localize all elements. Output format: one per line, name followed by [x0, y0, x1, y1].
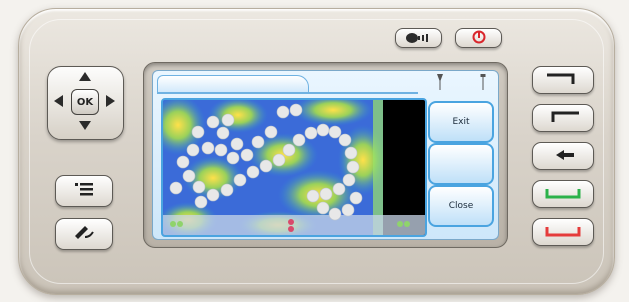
game-board[interactable] — [161, 98, 427, 237]
line-right-icon — [545, 71, 581, 90]
battery-icon — [480, 74, 486, 90]
voice-button[interactable] — [395, 28, 442, 48]
call-button[interactable] — [532, 180, 594, 208]
end-call-icon — [543, 223, 583, 242]
signal-icon — [437, 74, 443, 90]
backspace-button[interactable] — [532, 142, 594, 170]
menu-button[interactable] — [55, 175, 113, 207]
game-map — [163, 100, 425, 235]
edit-button[interactable] — [55, 218, 113, 250]
pencil-icon — [71, 223, 97, 245]
ok-button[interactable]: OK — [71, 89, 99, 115]
middle-softkey[interactable] — [428, 143, 494, 185]
left-arrow-icon[interactable] — [54, 95, 63, 107]
softkey-top-button[interactable] — [532, 66, 594, 94]
header-divider — [157, 92, 418, 94]
menu-list-icon — [73, 181, 95, 201]
softkey-middle-button[interactable] — [532, 104, 594, 132]
power-button[interactable] — [455, 28, 502, 48]
up-arrow-icon[interactable] — [79, 72, 91, 81]
display-screen: Exit Close — [152, 70, 499, 240]
exit-softkey[interactable]: Exit — [428, 101, 494, 143]
line-left-icon — [545, 109, 581, 128]
navigation-pad[interactable]: OK — [47, 66, 124, 140]
power-icon — [472, 29, 486, 48]
end-call-button[interactable] — [532, 218, 594, 246]
backspace-icon — [548, 147, 578, 166]
speaker-icon — [404, 29, 434, 48]
title-tab — [157, 75, 309, 93]
down-arrow-icon[interactable] — [79, 121, 91, 130]
right-arrow-icon[interactable] — [106, 95, 115, 107]
close-softkey[interactable]: Close — [428, 185, 494, 227]
call-icon — [543, 185, 583, 204]
